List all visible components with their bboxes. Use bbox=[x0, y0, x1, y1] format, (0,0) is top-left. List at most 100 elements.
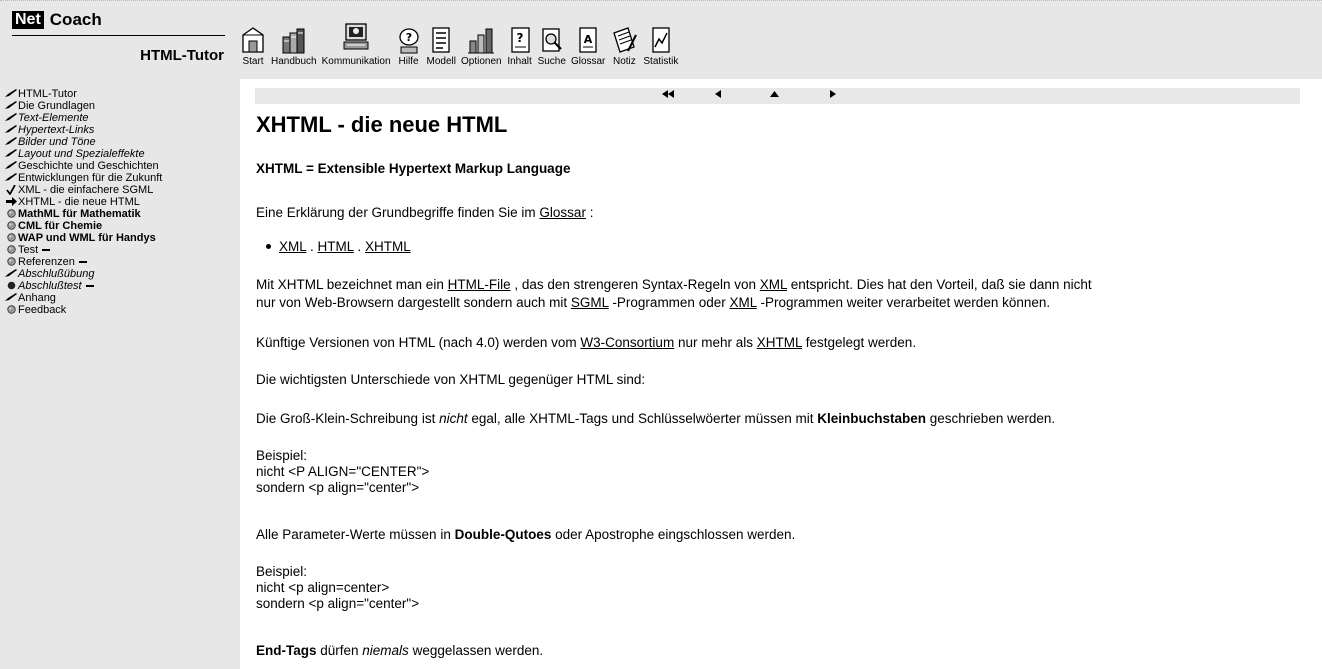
sidebar-item[interactable]: Feedback bbox=[4, 304, 236, 316]
page-title: XHTML - die neue HTML bbox=[256, 112, 508, 137]
help-label: Hilfe bbox=[398, 56, 419, 67]
statistics-button[interactable]: Statistik bbox=[643, 11, 678, 68]
bullet-icon bbox=[4, 256, 18, 266]
collapse-dash-icon bbox=[78, 261, 87, 264]
next-page-icon[interactable] bbox=[830, 88, 836, 104]
html-link[interactable]: HTML bbox=[318, 239, 354, 254]
svg-text:?: ? bbox=[405, 31, 411, 44]
contents-icon: ? bbox=[507, 11, 533, 55]
sidebar-item[interactable]: Layout und Spezialeffekte bbox=[4, 148, 236, 160]
sidebar-item[interactable]: XHTML - die neue HTML bbox=[4, 196, 236, 208]
model-button[interactable]: Modell bbox=[427, 11, 456, 68]
pen-icon bbox=[4, 160, 18, 169]
header-bar: Net Coach HTML-Tutor Start Handbuch Komm… bbox=[0, 0, 1322, 79]
pen-icon bbox=[4, 100, 18, 109]
logo-product: HTML-Tutor bbox=[140, 47, 224, 64]
sidebar-item-label: XHTML - die neue HTML bbox=[18, 196, 140, 208]
sidebar-item-label: Geschichte und Geschichten bbox=[18, 160, 159, 172]
sidebar-item-label: Hypertext-Links bbox=[18, 124, 95, 136]
sgml-link[interactable]: SGML bbox=[571, 295, 609, 310]
previous-page-icon[interactable] bbox=[715, 88, 721, 104]
bullet-icon bbox=[4, 208, 18, 218]
sidebar-item[interactable]: Geschichte und Geschichten bbox=[4, 160, 236, 172]
xhtml-link[interactable]: XHTML bbox=[365, 239, 411, 254]
sidebar-item-label: Layout und Spezialeffekte bbox=[18, 148, 145, 160]
bullet-icon bbox=[266, 243, 271, 249]
contents-button[interactable]: ? Inhalt bbox=[507, 11, 533, 68]
bullet-icon bbox=[4, 220, 18, 230]
collapse-dash-icon bbox=[85, 285, 94, 288]
sidebar-item[interactable]: Text-Elemente bbox=[4, 112, 236, 124]
sidebar-item-label: Abschlußtest bbox=[18, 280, 236, 292]
xml-link-3[interactable]: XML bbox=[729, 295, 756, 310]
sidebar-item[interactable]: Anhang bbox=[4, 292, 236, 304]
sidebar-item-label: Bilder und Töne bbox=[18, 136, 96, 148]
xml-link-2[interactable]: XML bbox=[760, 277, 787, 292]
sidebar-item[interactable]: Bilder und Töne bbox=[4, 136, 236, 148]
pen-icon bbox=[4, 148, 18, 157]
glossary-button[interactable]: A Glossar bbox=[571, 11, 605, 68]
sidebar-item-label: Text-Elemente bbox=[18, 112, 89, 124]
sidebar-nav: HTML-Tutor Die Grundlagen Text-Elemente Hyp… bbox=[4, 88, 236, 316]
xhtml-link-2[interactable]: XHTML bbox=[757, 335, 802, 350]
sidebar-item[interactable]: Abschlußtest bbox=[4, 280, 236, 292]
communication-button[interactable]: Kommunikation bbox=[322, 11, 391, 68]
w3-consortium-link[interactable]: W3-Consortium bbox=[580, 335, 674, 350]
pen-icon bbox=[4, 112, 18, 121]
sidebar-item[interactable]: MathML für Mathematik bbox=[4, 208, 236, 220]
search-icon bbox=[539, 11, 565, 55]
xml-link[interactable]: XML bbox=[279, 239, 306, 254]
svg-text:?: ? bbox=[516, 31, 523, 45]
paragraph-case-sensitivity: Die Groß-Klein-Schreibung ist nicht egal… bbox=[256, 411, 1056, 426]
sidebar-item-label: Die Grundlagen bbox=[18, 100, 96, 112]
communication-label: Kommunikation bbox=[321, 56, 391, 67]
sidebar-item[interactable]: XML - die einfachere SGML bbox=[4, 184, 236, 196]
pen-icon bbox=[4, 268, 18, 277]
example-block-2: Beispiel: nicht <p align=center> sondern… bbox=[256, 564, 420, 611]
up-page-icon[interactable] bbox=[770, 88, 779, 104]
help-button[interactable]: ? Hilfe bbox=[396, 11, 422, 68]
toolbar: Start Handbuch Kommunikation ? Hilfe Mod… bbox=[240, 11, 683, 68]
sidebar-item[interactable]: Referenzen bbox=[4, 256, 236, 268]
sidebar-item[interactable]: Test bbox=[4, 244, 236, 256]
statistics-label: Statistik bbox=[643, 56, 679, 67]
glossary-link[interactable]: Glossar bbox=[539, 205, 586, 220]
bullet-icon bbox=[4, 304, 18, 314]
note-button[interactable]: Notiz bbox=[610, 11, 638, 68]
sidebar-item-label: Feedback bbox=[18, 304, 67, 316]
sidebar-item-label: Abschlußübung bbox=[18, 268, 95, 280]
sidebar-item-label: WAP und WML für Handys bbox=[18, 232, 156, 244]
pen-icon bbox=[4, 292, 18, 301]
paragraph-future-versions: Künftige Versionen von HTML (nach 4.0) w… bbox=[256, 335, 917, 350]
start-label: Start bbox=[242, 56, 264, 67]
start-button[interactable]: Start bbox=[240, 11, 266, 68]
netcoach-logo: Net Coach HTML-Tutor bbox=[12, 11, 230, 71]
search-button[interactable]: Suche bbox=[538, 11, 566, 68]
options-button[interactable]: Optionen bbox=[461, 11, 502, 68]
note-icon bbox=[610, 11, 638, 55]
statistics-icon bbox=[648, 11, 674, 55]
sidebar-item[interactable]: Die Grundlagen bbox=[4, 100, 236, 112]
model-label: Modell bbox=[426, 56, 456, 67]
sidebar-item[interactable]: Abschlußübung bbox=[4, 268, 236, 280]
sidebar-item[interactable]: HTML-Tutor bbox=[4, 88, 236, 100]
sidebar-item[interactable]: Entwicklungen für die Zukunft bbox=[4, 172, 236, 184]
sidebar-item[interactable]: WAP und WML für Handys bbox=[4, 232, 236, 244]
paragraph-quotes: Alle Parameter-Werte müssen in Double-Qu… bbox=[256, 527, 796, 542]
communication-icon bbox=[341, 11, 371, 55]
glossary-icon: A bbox=[575, 11, 601, 55]
arrow-right-icon bbox=[4, 196, 18, 206]
pen-icon bbox=[4, 124, 18, 133]
sidebar: HTML-Tutor Die Grundlagen Text-Elemente Hyp… bbox=[0, 78, 240, 669]
sidebar-item-label: XML - die einfachere SGML bbox=[18, 184, 154, 196]
options-icon bbox=[466, 11, 496, 55]
html-file-link[interactable]: HTML-File bbox=[448, 277, 511, 292]
sidebar-item[interactable]: CML für Chemie bbox=[4, 220, 236, 232]
start-icon bbox=[240, 11, 266, 55]
sidebar-item[interactable]: Hypertext-Links bbox=[4, 124, 236, 136]
bullet-icon bbox=[4, 244, 18, 254]
logo-net-box: Net bbox=[12, 11, 44, 29]
handbook-button[interactable]: Handbuch bbox=[271, 11, 317, 68]
bullet-icon bbox=[4, 232, 18, 242]
first-page-icon[interactable] bbox=[662, 88, 674, 104]
